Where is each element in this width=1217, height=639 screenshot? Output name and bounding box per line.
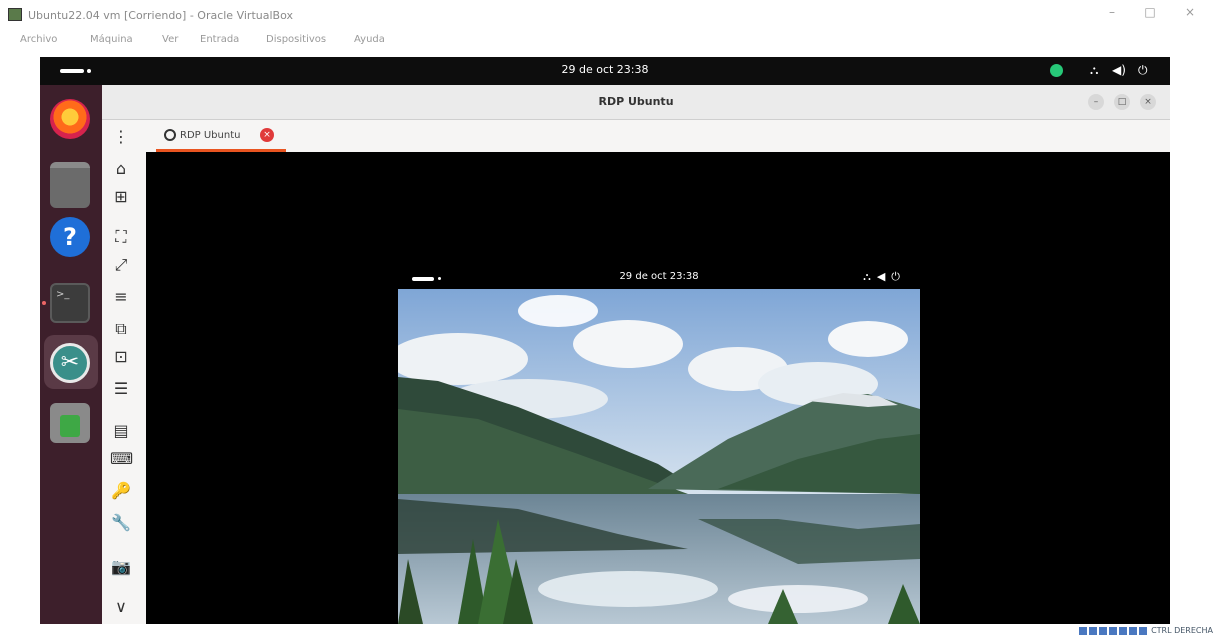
firefox-icon[interactable] — [50, 99, 90, 139]
menu-archivo[interactable]: Archivo — [20, 34, 57, 45]
keys-icon[interactable]: 🔑 — [110, 480, 132, 502]
help-icon[interactable]: ? — [50, 217, 90, 257]
toolbar-menu-icon[interactable]: ⋮ — [110, 126, 132, 148]
remote-wallpaper[interactable] — [398, 289, 920, 624]
network-icon[interactable]: ⛬ — [1090, 63, 1098, 78]
recycle-icon — [60, 415, 80, 437]
usb-icon[interactable] — [1098, 626, 1107, 635]
host-title-bar: Ubuntu22.04 vm [Corriendo] - Oracle Virt… — [0, 0, 1217, 26]
shared-folder-icon[interactable] — [1118, 626, 1127, 635]
display-icon[interactable] — [1128, 626, 1137, 635]
tools-icon[interactable]: 🔧 — [110, 512, 132, 534]
chevron-down-icon[interactable]: ∨ — [110, 596, 132, 618]
duplicate-icon[interactable]: ⊞ — [110, 186, 132, 208]
maximize-button[interactable]: □ — [1138, 5, 1162, 21]
host-status-tray: CTRL DERECHA — [1078, 626, 1213, 638]
fullscreen-icon[interactable]: ⤢ — [110, 254, 132, 276]
screenshot-icon[interactable]: 📷 — [110, 556, 132, 578]
guest-display[interactable]: 29 de oct 23:38 ⛬ ◀) ⏻ ? >_ ✂ RDP Ubuntu… — [40, 57, 1170, 624]
connection-icon — [164, 129, 176, 141]
menu-dispositivos[interactable]: Dispositivos — [266, 34, 326, 45]
optical-icon[interactable] — [1088, 626, 1097, 635]
status-indicator[interactable] — [1050, 64, 1063, 77]
home-icon[interactable]: ⌂ — [110, 158, 132, 180]
power-icon[interactable]: ⏻ — [1138, 63, 1148, 78]
remmina-header-bar: RDP Ubuntu – □ × — [102, 85, 1170, 120]
host-window-title: Ubuntu22.04 vm [Corriendo] - Oracle Virt… — [28, 9, 293, 22]
guest-top-bar: 29 de oct 23:38 ⛬ ◀) ⏻ — [40, 57, 1170, 85]
terminal-icon[interactable]: >_ — [50, 283, 90, 323]
multi-monitor-icon[interactable]: ▤ — [110, 420, 132, 442]
hdd-icon[interactable] — [1078, 626, 1087, 635]
host-key-label: CTRL DERECHA — [1151, 626, 1213, 635]
volume-icon[interactable]: ◀) — [1112, 63, 1126, 77]
menu-maquina[interactable]: Máquina — [90, 34, 133, 45]
minimize-button[interactable]: – — [1100, 5, 1124, 21]
remote-clock[interactable]: 29 de oct 23:38 — [398, 271, 920, 282]
remmina-tab-bar: RDP Ubuntu × — [146, 120, 1170, 152]
remmina-window: RDP Ubuntu – □ × ⋮ ⌂ ⊞ ⛶ ⤢ ≡ ⧉ ⊡ ☰ ▤ ⌨ 🔑… — [102, 85, 1170, 624]
menu-ver[interactable]: Ver — [162, 34, 178, 45]
remote-status-icons[interactable]: ⛬◀⏻ — [863, 270, 906, 284]
menu-lines-icon[interactable]: ☰ — [110, 378, 132, 400]
tab-label: RDP Ubuntu — [180, 130, 241, 141]
keyboard-icon[interactable]: ⌨ — [110, 448, 133, 470]
rdp-viewport[interactable]: 29 de oct 23:38 ⛬◀⏻ — [146, 152, 1170, 624]
scaler-icon[interactable]: ≡ — [110, 286, 132, 308]
tab-close-icon[interactable]: × — [260, 128, 274, 142]
running-indicator — [42, 301, 46, 305]
menu-ayuda[interactable]: Ayuda — [354, 34, 385, 45]
virtualbox-icon — [8, 8, 22, 21]
trash-icon[interactable] — [50, 403, 90, 443]
files-icon[interactable] — [50, 162, 90, 208]
tab-rdp-ubuntu[interactable]: RDP Ubuntu × — [156, 120, 286, 152]
remmina-maximize-button[interactable]: □ — [1114, 94, 1130, 110]
remmina-minimize-button[interactable]: – — [1088, 94, 1104, 110]
remote-top-bar: 29 de oct 23:38 ⛬◀⏻ — [398, 267, 920, 289]
ubuntu-dock: ? >_ ✂ — [40, 85, 102, 624]
menu-entrada[interactable]: Entrada — [200, 34, 239, 45]
dynamic-resolution-icon[interactable]: ⧉ — [110, 318, 132, 340]
network-activity-icon[interactable] — [1108, 626, 1117, 635]
fit-window-icon[interactable]: ⛶ — [110, 226, 132, 248]
remmina-icon[interactable]: ✂ — [50, 343, 90, 383]
remmina-toolbar: ⋮ ⌂ ⊞ ⛶ ⤢ ≡ ⧉ ⊡ ☰ ▤ ⌨ 🔑 🔧 📷 ∨ — [102, 120, 146, 624]
fjord-wallpaper-image — [398, 289, 920, 624]
close-button[interactable]: × — [1178, 5, 1202, 21]
remmina-window-title: RDP Ubuntu — [598, 95, 674, 108]
viewport-icon[interactable]: ⊡ — [110, 346, 132, 368]
remmina-close-button[interactable]: × — [1140, 94, 1156, 110]
guest-clock[interactable]: 29 de oct 23:38 — [40, 63, 1170, 76]
mouse-integration-icon[interactable] — [1138, 626, 1147, 635]
